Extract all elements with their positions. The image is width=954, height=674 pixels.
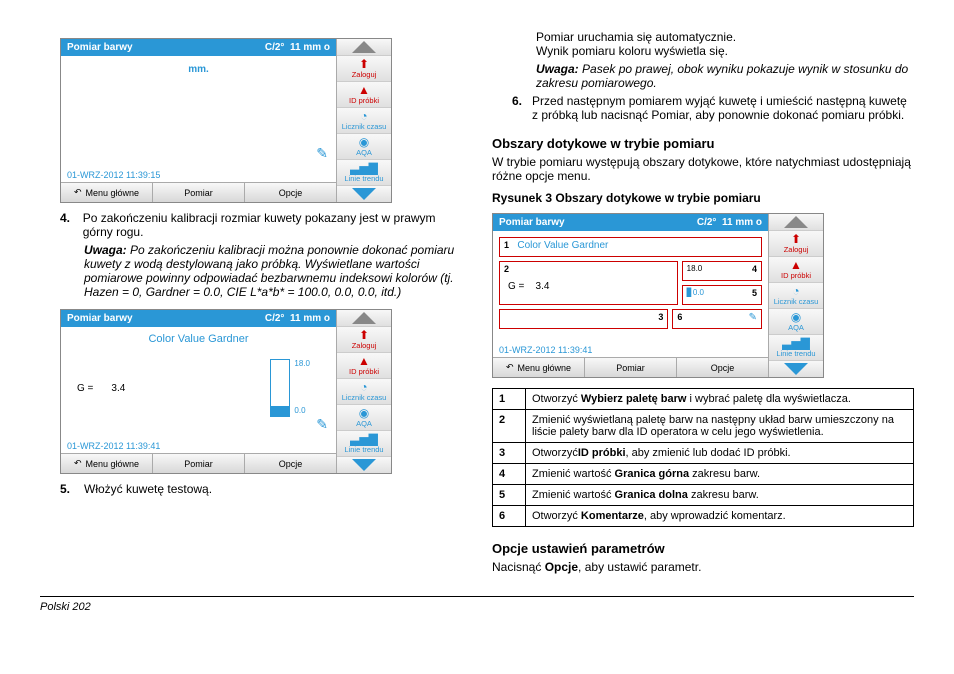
scroll-up-button[interactable] (337, 39, 391, 56)
legend-row: 5Zmienić wartość Granica dolna zakresu b… (493, 485, 914, 506)
legend-row: 4Zmienić wartość Granica górna zakresu b… (493, 464, 914, 485)
section-heading: Obszary dotykowe w trybie pomiaru (492, 136, 914, 151)
login-button[interactable]: ⬆Zaloguj (337, 327, 391, 353)
mm-label: mm. (67, 62, 330, 75)
measure-button[interactable]: Pomiar (153, 454, 245, 473)
aqa-icon: ◉ (359, 136, 369, 148)
trend-lines-button[interactable]: ▃▅▇Linie trendu (769, 335, 823, 361)
measure-button[interactable]: Pomiar (585, 358, 677, 377)
arrow-up-icon (352, 41, 376, 53)
scroll-up-button[interactable] (337, 310, 391, 327)
timer-button[interactable]: ◔Licznik czasu (337, 108, 391, 134)
scroll-down-button[interactable] (337, 186, 391, 202)
login-icon: ⬆ (359, 58, 369, 70)
device-date: 01-WRZ-2012 11:39:15 (61, 168, 336, 182)
timer-button[interactable]: ◔Licznik czasu (337, 379, 391, 405)
step-text: Przed następnym pomiarem wyjąć kuwetę i … (532, 94, 914, 122)
step-list: 4. Po zakończeniu kalibracji rozmiar kuw… (40, 211, 462, 239)
touch-area-2[interactable]: 2 G = 3.4 (499, 261, 678, 305)
legend-row: 2Zmienić wyświetlaną paletę barw na nast… (493, 410, 914, 443)
right-column: Pomiar uruchamia się automatycznie. Wyni… (492, 30, 914, 580)
main-menu-button[interactable]: ↶Menu główne (61, 454, 153, 473)
options-button[interactable]: Opcje (245, 183, 336, 202)
note-block: Uwaga: Po zakończeniu kalibracji można p… (40, 243, 462, 299)
page-columns: Pomiar barwy C/2° 11 mm o mm. ✎ 01-WRZ-2… (40, 30, 914, 580)
step-text: Po zakończeniu kalibracji rozmiar kuwety… (83, 211, 462, 239)
touch-area-6[interactable]: 6✎ (672, 309, 762, 329)
trend-lines-button[interactable]: ▃▅▇Linie trendu (337, 160, 391, 186)
device-side-panel: ⬆Zaloguj ▲ID próbki ◔Licznik czasu ◉AQA … (336, 39, 391, 202)
device-date: 01-WRZ-2012 11:39:41 (61, 439, 336, 453)
sample-id-button[interactable]: ▲ID próbki (337, 82, 391, 108)
gauge (270, 359, 290, 417)
touch-area-4[interactable]: 18.04 (682, 261, 762, 281)
note-label: Uwaga: (84, 243, 127, 257)
flask-icon: ▲ (358, 84, 370, 96)
step-number: 6. (512, 94, 522, 122)
edit-icon[interactable]: ✎ (316, 416, 328, 433)
options-button[interactable]: Opcje (245, 454, 336, 473)
touch-area-3[interactable]: 3 (499, 309, 668, 329)
left-column: Pomiar barwy C/2° 11 mm o mm. ✎ 01-WRZ-2… (40, 30, 462, 580)
timer-button[interactable]: ◔Licznik czasu (769, 283, 823, 309)
scroll-up-button[interactable] (769, 214, 823, 231)
sample-id-button[interactable]: ▲ID próbki (769, 257, 823, 283)
device-screenshot-1: Pomiar barwy C/2° 11 mm o mm. ✎ 01-WRZ-2… (60, 38, 392, 203)
legend-row: 1Otworzyć Wybierz paletę barw i wybrać p… (493, 389, 914, 410)
device-header: Pomiar barwy C/2° 11 mm o (61, 39, 336, 56)
login-button[interactable]: ⬆Zaloguj (769, 231, 823, 257)
scroll-down-button[interactable] (337, 457, 391, 473)
scroll-down-button[interactable] (769, 361, 823, 377)
trend-icon: ▃▅▇ (350, 162, 378, 174)
legend-row: 3OtworzyćID próbki, aby zmienić lub doda… (493, 443, 914, 464)
device-date: 01-WRZ-2012 11:39:41 (493, 343, 768, 357)
color-value-title: Color Value Gardner (67, 333, 330, 349)
figure-caption: Rysunek 3 Obszary dotykowe w trybie pomi… (492, 191, 914, 205)
arrow-down-icon (352, 188, 376, 200)
step-text: Włożyć kuwetę testową. (84, 482, 212, 496)
main-menu-button[interactable]: ↶Menu główne (493, 358, 585, 377)
page-footer: Polski 202 (40, 596, 914, 613)
section-desc: W trybie pomiaru występują obszary dotyk… (492, 155, 914, 183)
measure-button[interactable]: Pomiar (153, 183, 245, 202)
section-desc: Nacisnąć Opcje, aby ustawić parametr. (492, 560, 914, 574)
aqa-button[interactable]: ◉AQA (337, 134, 391, 160)
device-header: Pomiar barwy C/2° 11 mm o (493, 214, 768, 231)
edit-icon[interactable]: ✎ (316, 145, 328, 162)
step-list: 5. Włożyć kuwetę testową. (40, 482, 462, 496)
device-title: Pomiar barwy (67, 42, 133, 53)
section-heading: Opcje ustawień parametrów (492, 541, 914, 556)
options-button[interactable]: Opcje (677, 358, 768, 377)
touch-legend-table: 1Otworzyć Wybierz paletę barw i wybrać p… (492, 388, 914, 527)
paragraph: Wynik pomiaru koloru wyświetla się. (536, 44, 914, 58)
login-button[interactable]: ⬆Zaloguj (337, 56, 391, 82)
step-number: 4. (60, 211, 73, 239)
device-screenshot-3: Pomiar barwy C/2° 11 mm o 1 Color Value … (492, 213, 824, 378)
note-label: Uwaga: (536, 62, 579, 76)
timer-icon: ◔ (360, 110, 367, 122)
device-header: Pomiar barwy C/2° 11 mm o (61, 310, 336, 327)
main-menu-button[interactable]: ↶Menu główne (61, 183, 153, 202)
legend-row: 6Otworzyć Komentarze, aby wprowadzić kom… (493, 506, 914, 527)
device-screenshot-2: Pomiar barwy C/2° 11 mm o Color Value Ga… (60, 309, 392, 474)
trend-lines-button[interactable]: ▃▅▇Linie trendu (337, 431, 391, 457)
step-number: 5. (60, 482, 74, 496)
touch-area-5[interactable]: ▊0.05 (682, 285, 762, 305)
g-value: 3.4 (111, 383, 125, 394)
aqa-button[interactable]: ◉AQA (337, 405, 391, 431)
aqa-button[interactable]: ◉AQA (769, 309, 823, 335)
sample-id-button[interactable]: ▲ID próbki (337, 353, 391, 379)
g-label: G = (77, 383, 93, 394)
touch-area-1[interactable]: 1 Color Value Gardner (499, 237, 762, 257)
paragraph: Pomiar uruchamia się automatycznie. (536, 30, 914, 44)
